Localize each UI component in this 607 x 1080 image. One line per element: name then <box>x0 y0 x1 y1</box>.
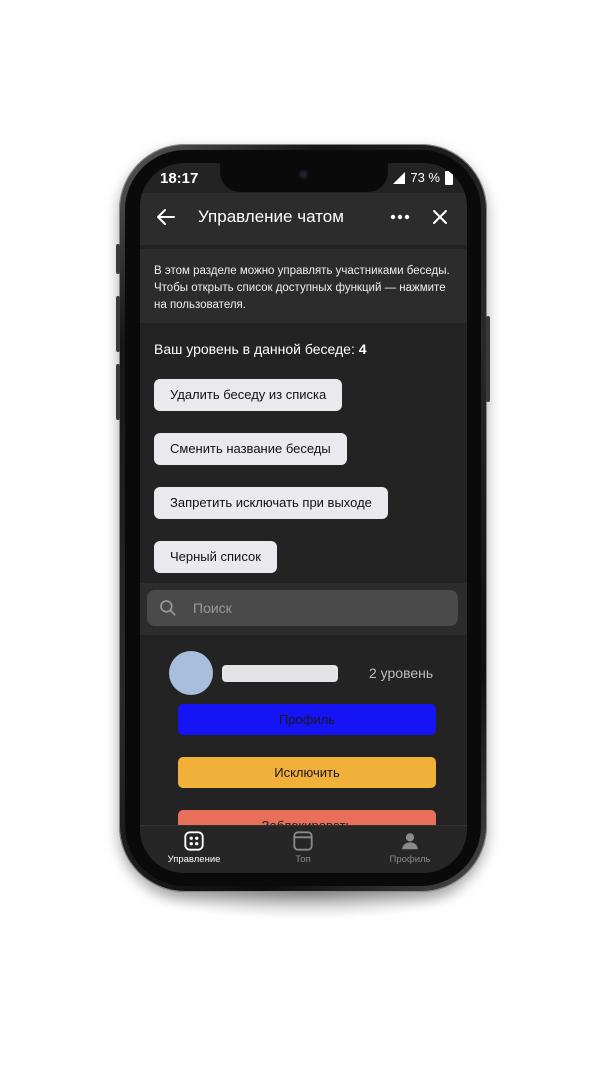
battery-percent: 73 % <box>410 170 440 185</box>
kick-button[interactable]: Исключить <box>178 757 436 788</box>
delete-chat-button[interactable]: Удалить беседу из списка <box>154 379 343 411</box>
info-text: В этом разделе можно управлять участника… <box>154 265 450 311</box>
user-level: Ваш уровень в данной беседе: 4 <box>154 341 367 357</box>
notch <box>220 163 388 192</box>
blacklist-button[interactable]: Черный список <box>154 541 277 573</box>
window-icon <box>293 831 313 851</box>
search-input[interactable] <box>147 590 458 626</box>
tab-management[interactable]: Управление <box>144 830 244 865</box>
status-time: 18:17 <box>160 170 199 187</box>
avatar[interactable] <box>169 651 213 695</box>
status-indicators: 73 % <box>393 170 453 185</box>
battery-icon <box>445 170 453 185</box>
volume-up-button <box>116 296 120 352</box>
back-arrow-icon[interactable] <box>154 205 178 229</box>
tab-top[interactable]: Топ <box>253 830 353 865</box>
profile-button[interactable]: Профиль <box>178 704 436 735</box>
person-icon <box>402 833 418 850</box>
volume-down-button <box>116 364 120 420</box>
grid-icon <box>184 831 204 851</box>
info-panel: В этом разделе можно управлять участника… <box>140 249 467 323</box>
user-level-value: 4 <box>358 341 367 357</box>
search-bar <box>140 583 467 635</box>
tab-profile[interactable]: Профиль <box>360 830 460 865</box>
signal-icon <box>393 171 406 184</box>
page-title: Управление чатом <box>198 207 344 226</box>
side-button <box>116 244 120 274</box>
search-icon <box>160 600 176 616</box>
tab-top-label: Топ <box>295 854 311 865</box>
power-button <box>486 316 490 402</box>
user-level-label: Ваш уровень в данной беседе: <box>154 341 355 357</box>
app-header: Управление чатом <box>140 193 467 245</box>
bottom-tab-bar: Управление Топ Профиль <box>140 825 467 873</box>
forbid-kick-on-leave-button[interactable]: Запретить исключать при выходе <box>154 487 388 519</box>
more-options-icon[interactable] <box>388 205 412 229</box>
rename-chat-button[interactable]: Сменить название беседы <box>154 433 347 465</box>
camera-icon <box>298 169 309 180</box>
close-icon[interactable] <box>428 205 452 229</box>
member-name-placeholder <box>222 665 338 682</box>
phone-screen: 18:17 73 % Управление чатом В этом разде… <box>140 163 467 873</box>
tab-management-label: Управление <box>167 854 221 865</box>
member-level: 2 уровень <box>369 665 434 681</box>
tab-profile-label: Профиль <box>389 854 431 865</box>
